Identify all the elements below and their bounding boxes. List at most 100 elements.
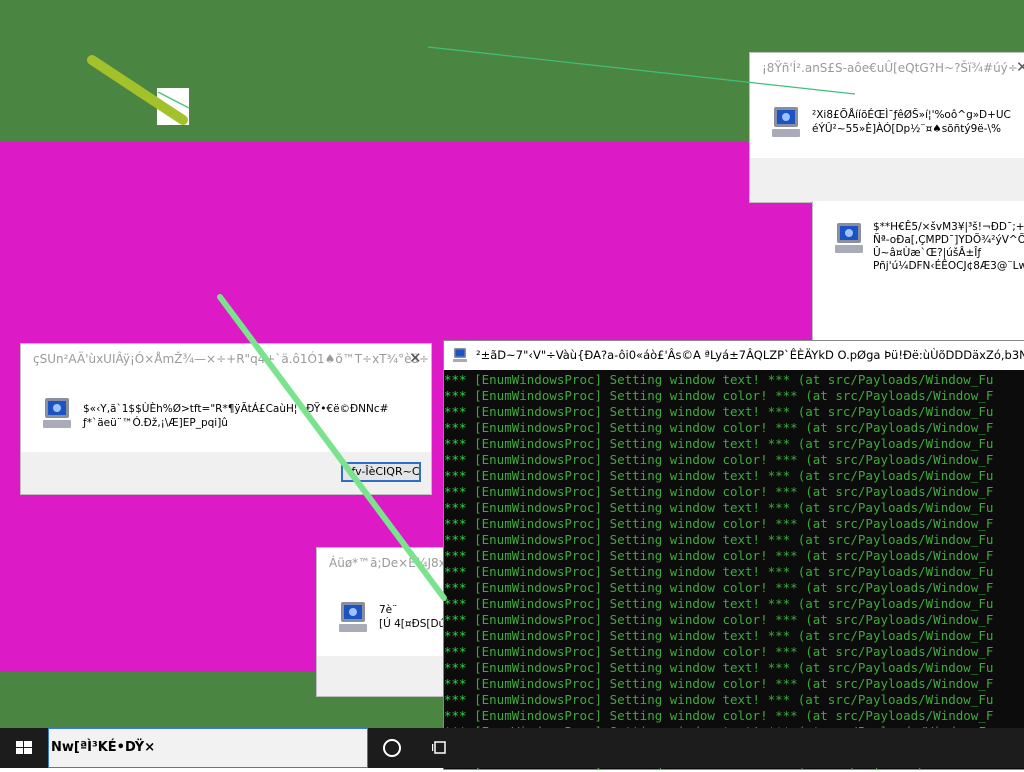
console-line: *** [EnumWindowsProc] Setting window tex…	[444, 436, 1024, 452]
computer-icon	[835, 223, 863, 253]
console-line-text: [EnumWindowsProc] Setting window color! …	[466, 452, 994, 467]
console-line: *** [EnumWindowsProc] Setting window tex…	[444, 628, 1024, 644]
console-line: *** [EnumWindowsProc] Setting window tex…	[444, 468, 1024, 484]
console-line-stars: ***	[444, 500, 467, 515]
task-view-icon[interactable]	[432, 740, 446, 756]
console-line-stars: ***	[444, 484, 467, 499]
console-line-text: [EnumWindowsProc] Setting window text! *…	[466, 404, 994, 419]
dialog-top-right[interactable]: ¡8Ÿñ'Í².anS£S-aôe€uÛ[eQtG?H~?Šï¾#úý÷ ✕ ²…	[749, 52, 1024, 203]
windows-logo-icon	[16, 741, 32, 754]
console-line-stars: ***	[444, 612, 467, 627]
console-line-text: [EnumWindowsProc] Setting window color! …	[466, 708, 994, 723]
console-line: *** [EnumWindowsProc] Setting window tex…	[444, 372, 1024, 388]
console-line-stars: ***	[444, 628, 467, 643]
console-line-stars: ***	[444, 516, 467, 531]
taskbar-search-box[interactable]: Nw[ªÌ³KÉ•DŸ×	[48, 728, 368, 768]
console-line-stars: ***	[444, 580, 467, 595]
cortana-icon[interactable]	[383, 739, 401, 757]
taskbar: Nw[ªÌ³KÉ•DŸ×	[0, 728, 1024, 768]
console-line-text: [EnumWindowsProc] Setting window color! …	[466, 612, 994, 627]
console-line-stars: ***	[444, 644, 467, 659]
dialog-message: $«‹Y,ã`1$$ÙÈh%Ø>tft="R*¶ÿÃtÁ£CaùH¦^ÐŸ•€ë…	[83, 403, 389, 429]
console-line-stars: ***	[444, 436, 467, 451]
console-line-text: [EnumWindowsProc] Setting window text! *…	[466, 692, 994, 707]
console-line-text: [EnumWindowsProc] Setting window text! *…	[466, 532, 994, 547]
console-line: *** [EnumWindowsProc] Setting window tex…	[444, 532, 1024, 548]
dialog-message: 7è¨ [Ú 4[¤ÐS[Dú	[379, 604, 446, 630]
console-line-stars: ***	[444, 372, 467, 387]
console-line-stars: ***	[444, 388, 467, 403]
console-line: *** [EnumWindowsProc] Setting window tex…	[444, 660, 1024, 676]
console-line-text: [EnumWindowsProc] Setting window text! *…	[466, 372, 994, 387]
console-line: *** [EnumWindowsProc] Setting window col…	[444, 388, 1024, 404]
console-line-text: [EnumWindowsProc] Setting window color! …	[466, 580, 994, 595]
console-line: *** [EnumWindowsProc] Setting window col…	[444, 420, 1024, 436]
console-line-text: [EnumWindowsProc] Setting window color! …	[466, 484, 994, 499]
console-line-stars: ***	[444, 692, 467, 707]
console-output: *** [EnumWindowsProc] Setting window tex…	[444, 370, 1024, 769]
console-line: *** [EnumWindowsProc] Setting window col…	[444, 612, 1024, 628]
console-line: *** [EnumWindowsProc] Setting window col…	[444, 644, 1024, 660]
console-line-stars: ***	[444, 660, 467, 675]
console-line: *** [EnumWindowsProc] Setting window col…	[444, 516, 1024, 532]
console-line-stars: ***	[444, 404, 467, 419]
dialog-footer	[750, 158, 1024, 202]
console-line-stars: ***	[444, 596, 467, 611]
console-line-stars: ***	[444, 564, 467, 579]
dialog-footer: tƒv-ÎèCIQR~C	[21, 452, 431, 494]
white-square-artifact	[157, 88, 189, 125]
console-line: *** [EnumWindowsProc] Setting window col…	[444, 548, 1024, 564]
console-line: *** [EnumWindowsProc] Setting window tex…	[444, 564, 1024, 580]
dialog-title: Áüø*™ã;De×E¼J8x«	[329, 556, 454, 570]
console-line-stars: ***	[444, 420, 467, 435]
console-line: *** [EnumWindowsProc] Setting window tex…	[444, 404, 1024, 420]
console-line: *** [EnumWindowsProc] Setting window tex…	[444, 596, 1024, 612]
dialog-title: ¡8Ÿñ'Í².anS£S-aôe€uÛ[eQtG?H~?Šï¾#úý÷	[762, 61, 1018, 75]
dialog-right-mid[interactable]: $**H€Ê5/×švM3¥|³š!¬ÐD¯;+ Ñª-oÐa[,ÇMPD¯]Y…	[812, 201, 1024, 342]
console-line-text: [EnumWindowsProc] Setting window text! *…	[466, 628, 994, 643]
close-icon[interactable]: ✕	[1016, 58, 1024, 76]
console-line-text: [EnumWindowsProc] Setting window color! …	[466, 676, 994, 691]
console-line: *** [EnumWindowsProc] Setting window col…	[444, 484, 1024, 500]
console-line-text: [EnumWindowsProc] Setting window color! …	[466, 388, 994, 403]
console-line-text: [EnumWindowsProc] Setting window color! …	[466, 516, 994, 531]
dialog-message: $**H€Ê5/×švM3¥|³š!¬ÐD¯;+ Ñª-oÐa[,ÇMPD¯]Y…	[873, 221, 1024, 272]
dialog-title: çSUn²AÄ'ùxUIÂÿ¡Ó×ÅmŽ¾—×÷+R"q4+`ä.ô1Ó1♠õ™…	[33, 352, 429, 366]
console-line-stars: ***	[444, 676, 467, 691]
computer-icon	[453, 348, 467, 362]
console-title-bar[interactable]: ²±ãD~7"‹V"÷Vàù{ÐA?a-ôi0«áò£'Âs©A ªLyá±7Â…	[444, 341, 1024, 370]
dialog-footer	[317, 656, 457, 696]
console-title: ²±ãD~7"‹V"÷Vàù{ÐA?a-ôi0«áò£'Âs©A ªLyá±7Â…	[476, 348, 1024, 362]
console-window[interactable]: ²±ãD~7"‹V"÷Vàù{ÐA?a-ôi0«áò£'Âs©A ªLyá±7Â…	[443, 340, 1024, 770]
console-line: *** [EnumWindowsProc] Setting window tex…	[444, 500, 1024, 516]
console-line: *** [EnumWindowsProc] Setting window col…	[444, 580, 1024, 596]
console-line-text: [EnumWindowsProc] Setting window color! …	[466, 420, 994, 435]
console-line: *** [EnumWindowsProc] Setting window col…	[444, 452, 1024, 468]
dialog-left[interactable]: çSUn²AÄ'ùxUIÂÿ¡Ó×ÅmŽ¾—×÷+R"q4+`ä.ô1Ó1♠õ™…	[20, 343, 432, 495]
console-line-text: [EnumWindowsProc] Setting window color! …	[466, 644, 994, 659]
console-line-text: [EnumWindowsProc] Setting window color! …	[466, 548, 994, 563]
dialog-message: ²Xi8£ÕÅííõÉŒÌ¯ƒêØŠ»í¦'%oô^g»D+UC éÝÛ²~55…	[812, 109, 1011, 135]
start-button[interactable]	[0, 728, 48, 768]
close-icon[interactable]: ✕	[409, 349, 422, 367]
console-line-text: [EnumWindowsProc] Setting window text! *…	[466, 660, 994, 675]
console-line: *** [EnumWindowsProc] Setting window col…	[444, 676, 1024, 692]
console-line-text: [EnumWindowsProc] Setting window text! *…	[466, 596, 994, 611]
computer-icon	[43, 398, 71, 428]
console-line: *** [EnumWindowsProc] Setting window tex…	[444, 692, 1024, 708]
dialog-bottom[interactable]: Áüø*™ã;De×E¼J8x« 7è¨ [Ú 4[¤ÐS[Dú	[316, 547, 458, 697]
console-line-text: [EnumWindowsProc] Setting window text! *…	[466, 436, 994, 451]
console-line-stars: ***	[444, 708, 467, 723]
console-line-text: [EnumWindowsProc] Setting window text! *…	[466, 564, 994, 579]
computer-icon	[772, 107, 800, 137]
computer-icon	[339, 602, 367, 632]
console-line-stars: ***	[444, 452, 467, 467]
console-line-stars: ***	[444, 548, 467, 563]
dialog-ok-button[interactable]: tƒv-ÎèCIQR~C	[341, 462, 421, 482]
console-line-text: [EnumWindowsProc] Setting window text! *…	[466, 500, 994, 515]
console-line-stars: ***	[444, 532, 467, 547]
console-line: *** [EnumWindowsProc] Setting window col…	[444, 708, 1024, 724]
console-line-text: [EnumWindowsProc] Setting window text! *…	[466, 468, 994, 483]
search-text: Nw[ªÌ³KÉ•DŸ×	[51, 740, 156, 755]
console-line-stars: ***	[444, 468, 467, 483]
